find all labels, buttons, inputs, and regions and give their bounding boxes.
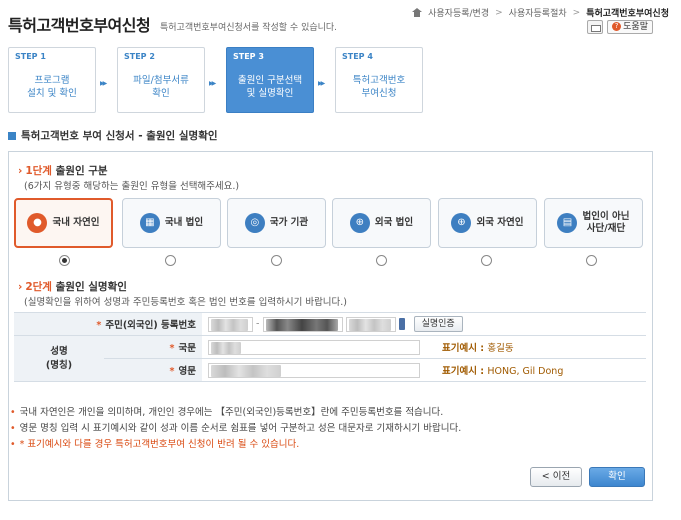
emblem-icon: ◎ (244, 213, 265, 233)
id-number-extra-input[interactable] (345, 316, 396, 332)
confirm-button[interactable]: 확인 (589, 467, 645, 487)
radio-domestic-individual[interactable] (59, 255, 70, 266)
breadcrumb-separator: > (495, 7, 503, 18)
name-group-label: 성명 (명칭) (14, 335, 104, 382)
type-domestic-corporation[interactable]: ▦ 국내 법인 (122, 198, 221, 248)
korean-sample: 표기예시 : 홍길동 (436, 335, 646, 359)
english-name-label: * 영문 (104, 358, 202, 382)
english-name-cell (202, 358, 436, 382)
id-number-label: * 주민(외국인) 등록번호 (14, 312, 202, 336)
korean-name-input[interactable] (208, 339, 420, 355)
step-label: 프로그램 설치 및 확인 (27, 75, 77, 99)
building-icon: ▦ (139, 213, 160, 233)
header-tools: ? 도움말 (587, 20, 653, 34)
step-label: 특허고객번호 부여신청 (352, 75, 406, 99)
step-2: STEP 2 파일/첨부서류 확인 (117, 47, 205, 113)
breadcrumb-separator: > (572, 7, 581, 18)
stage-2-description: (실명확인을 위하여 성명과 주민등록번호 혹은 법인 번호를 입력하시기 바랍… (24, 297, 348, 308)
buildings-icon: ▤ (557, 213, 578, 233)
step-number: STEP 2 (124, 52, 155, 61)
page-description: 특허고객번호부여신청서를 작성할 수 있습니다. (160, 23, 338, 33)
type-foreign-corporation[interactable]: ⊕ 외국 법인 (332, 198, 431, 248)
step-1: STEP 1 프로그램 설치 및 확인 (8, 47, 96, 113)
type-non-corporate-association[interactable]: ▤ 법인이 아닌 사단/재단 (544, 198, 643, 248)
stage-1-title: › 1단계 출원인 구분 (18, 165, 108, 177)
note-item: • 영문 명칭 입력 시 표기예시와 같이 성과 이름 순서로 쉼표를 넣어 구분… (10, 423, 462, 434)
id-number-cell: - 실명인증 (202, 312, 646, 336)
radio-domestic-corporation[interactable] (165, 255, 176, 266)
step-4: STEP 4 특허고객번호 부여신청 (335, 47, 423, 113)
identity-form: * 주민(외국인) 등록번호 - 실명인증 성명 (명칭) * 국문 표기예시 : 홍… (14, 312, 646, 382)
id-number-back-input[interactable] (262, 316, 343, 332)
step-label: 출원인 구분선택 및 실명확인 (237, 75, 303, 99)
breadcrumb-current: 특허고객번호부여신청 (586, 9, 669, 19)
prev-button[interactable]: < 이전 (530, 467, 582, 487)
step-3-active: STEP 3 출원인 구분선택 및 실명확인 (226, 47, 314, 113)
english-sample: 표기예시 : HONG, Gil Dong (436, 358, 646, 382)
page-header: 특허고객번호부여신청 특허고객번호부여신청서를 작성할 수 있습니다. 사용자등… (0, 0, 681, 44)
person-icon: ● (27, 213, 48, 233)
step-arrow-icon (100, 77, 112, 85)
type-domestic-individual[interactable]: ● 국내 자연인 (14, 198, 113, 248)
page-title: 특허고객번호부여신청 (8, 16, 151, 35)
step-indicator: STEP 1 프로그램설치 및 확인 STEP 2 파일/첨부서류확인 STEP… (8, 47, 428, 115)
radio-foreign-corporation[interactable] (376, 255, 387, 266)
id-number-front-input[interactable] (208, 316, 253, 332)
stage-2-title: › 2단계 출원인 실명확인 (18, 281, 127, 293)
question-icon: ? (612, 22, 622, 31)
korean-name-cell (202, 335, 436, 359)
type-government-agency[interactable]: ◎ 국가 기관 (227, 198, 326, 248)
step-label: 파일/첨부서류 확인 (133, 75, 189, 99)
radio-government-agency[interactable] (271, 255, 282, 266)
step-arrow-icon (209, 77, 221, 85)
real-name-verify-button[interactable]: 실명인증 (413, 316, 463, 332)
keyboard-security-icon (398, 318, 405, 330)
breadcrumb-item[interactable]: 사용자등록/변경 (428, 6, 489, 19)
globe-person-icon: ⊕ (451, 213, 472, 233)
stage-1-description: (6가지 유형중 해당하는 출원인 유형을 선택해주세요.) (24, 181, 240, 192)
applicant-type-selector: ● 국내 자연인 ▦ 국내 법인 ◎ 국가 기관 ⊕ 외국 법인 ⊕ 외국 자연… (14, 198, 654, 270)
breadcrumb: 사용자등록/변경 > 사용자등록절차 > 특허고객번호부여신청 (412, 6, 669, 19)
english-name-input[interactable] (208, 362, 420, 378)
step-arrow-icon (318, 77, 330, 85)
section-title: 특허고객번호 부여 신청서 - 출원인 실명확인 (8, 128, 218, 143)
home-icon[interactable] (412, 8, 423, 17)
radio-foreign-individual[interactable] (481, 255, 492, 266)
square-bullet-icon (8, 131, 16, 140)
type-foreign-individual[interactable]: ⊕ 외국 자연인 (438, 198, 537, 248)
print-icon[interactable] (587, 20, 604, 34)
breadcrumb-item[interactable]: 사용자등록절차 (509, 6, 567, 19)
note-item: • 국내 자연인은 개인을 의미하며, 개인인 경우에는 【주민(외국인)등록번호… (10, 407, 444, 418)
help-label: 도움말 (623, 22, 648, 32)
step-number: STEP 3 (233, 52, 264, 61)
notes-list: • 국내 자연인은 개인을 의미하며, 개인인 경우에는 【주민(외국인)등록번호… (10, 405, 461, 453)
korean-name-label: * 국문 (104, 335, 202, 359)
step-number: STEP 1 (15, 52, 46, 61)
globe-icon: ⊕ (349, 213, 370, 233)
note-warning: • * 표기예시와 다를 경우 특허고객번호부여 신청이 반려 될 수 있습니다. (10, 439, 300, 450)
help-button[interactable]: ? 도움말 (607, 20, 653, 34)
step-number: STEP 4 (342, 52, 373, 61)
radio-non-corporate-association[interactable] (586, 255, 597, 266)
